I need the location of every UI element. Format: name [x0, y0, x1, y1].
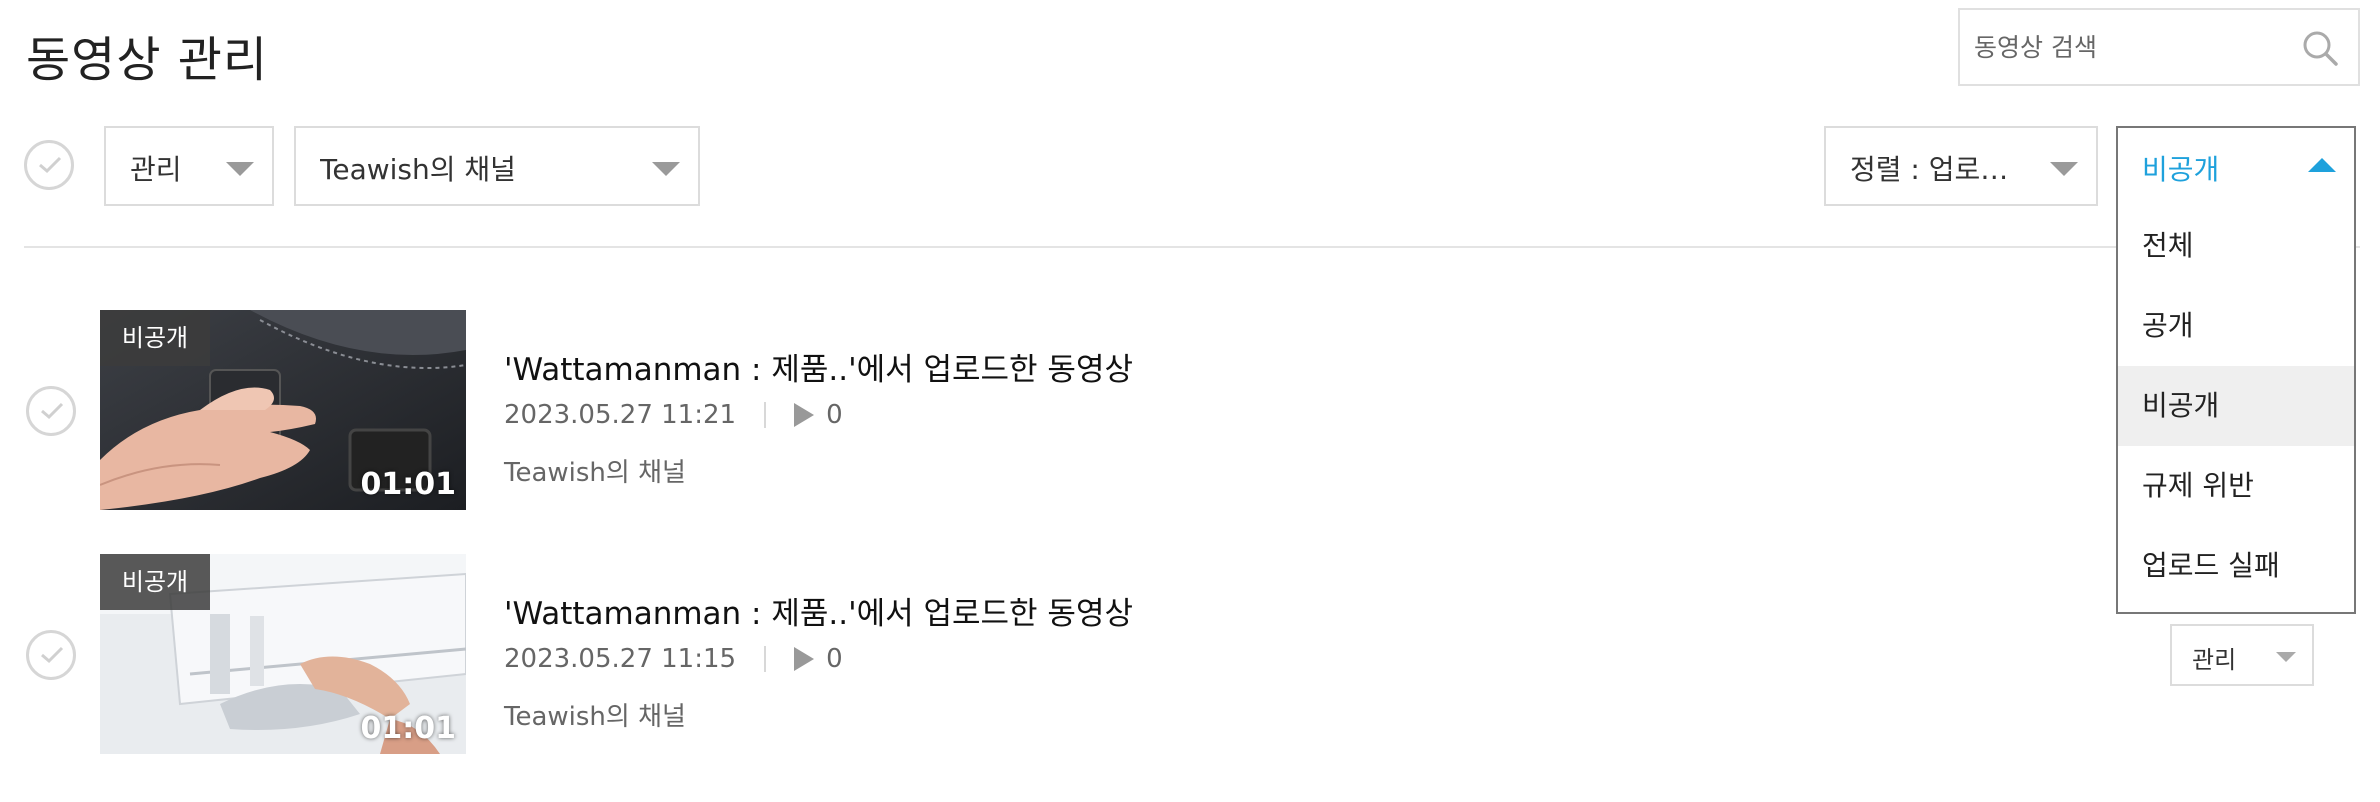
video-view-count: 0	[826, 400, 843, 430]
video-channel-name: Teawish의 채널	[504, 702, 686, 732]
visibility-dropdown[interactable]: 비공개	[2116, 126, 2356, 206]
video-duration: 01:01	[360, 711, 457, 746]
video-meta: 2023.05.27 11:15 0	[504, 644, 843, 674]
chevron-down-icon	[226, 162, 254, 176]
check-icon	[39, 156, 62, 174]
manage-dropdown[interactable]: 관리	[104, 126, 274, 206]
video-upload-date: 2023.05.27 11:21	[504, 400, 737, 430]
visibility-option-violation[interactable]: 규제 위반	[2118, 446, 2354, 526]
chevron-down-icon	[2276, 652, 2296, 662]
video-meta: 2023.05.27 11:21 0	[504, 400, 843, 430]
video-title[interactable]: 'Wattamanman : 제품..'에서 업로드한 동영상	[504, 588, 1133, 633]
video-title[interactable]: 'Wattamanman : 제품..'에서 업로드한 동영상	[504, 344, 1133, 389]
manage-dropdown-label: 관리	[130, 153, 182, 186]
check-icon	[41, 402, 64, 420]
sort-dropdown-label: 정렬 : 업로…	[1850, 153, 2009, 186]
video-thumbnail[interactable]: 비공개 01:01	[100, 554, 466, 754]
visibility-badge: 비공개	[100, 554, 210, 610]
page-title: 동영상 관리	[26, 32, 269, 88]
video-manage-label: 관리	[2192, 646, 2237, 674]
visibility-dropdown-label: 비공개	[2142, 153, 2220, 186]
video-upload-date: 2023.05.27 11:15	[504, 644, 737, 674]
check-icon	[41, 646, 64, 664]
play-count-icon	[794, 403, 815, 427]
video-list-item: 비공개 01:01 'Wattamanman : 제품..'에서 업로드한 동영…	[0, 310, 2380, 510]
video-manage-dropdown[interactable]: 관리	[2170, 624, 2314, 686]
chevron-down-icon	[652, 162, 680, 176]
sort-dropdown[interactable]: 정렬 : 업로…	[1824, 126, 2098, 206]
video-list-item: 비공개 01:01 'Wattamanman : 제품..'에서 업로드한 동영…	[0, 554, 2380, 754]
video-thumbnail[interactable]: 비공개 01:01	[100, 310, 466, 510]
select-all-checkbox[interactable]	[24, 140, 74, 190]
video-search-input[interactable]	[1974, 10, 2294, 84]
visibility-options-menu: 전체 공개 비공개 규제 위반 업로드 실패	[2116, 206, 2356, 614]
visibility-option-upload-failed[interactable]: 업로드 실패	[2118, 526, 2354, 606]
video-channel-name: Teawish의 채널	[504, 458, 686, 488]
video-select-checkbox[interactable]	[26, 630, 76, 680]
channel-dropdown-label: Teawish의 채널	[320, 153, 516, 186]
visibility-option-all[interactable]: 전체	[2118, 206, 2354, 286]
video-select-checkbox[interactable]	[26, 386, 76, 436]
chevron-up-icon	[2308, 158, 2336, 172]
channel-dropdown[interactable]: Teawish의 채널	[294, 126, 700, 206]
meta-separator	[764, 646, 767, 672]
video-view-count: 0	[826, 644, 843, 674]
meta-separator	[764, 402, 767, 428]
toolbar-divider	[24, 246, 2360, 248]
search-icon[interactable]	[2300, 28, 2340, 68]
chevron-down-icon	[2050, 162, 2078, 176]
play-count-icon	[794, 647, 815, 671]
visibility-badge: 비공개	[100, 310, 210, 366]
visibility-option-private[interactable]: 비공개	[2118, 366, 2354, 446]
video-duration: 01:01	[360, 467, 457, 502]
video-search-box[interactable]	[1958, 8, 2360, 86]
visibility-option-public[interactable]: 공개	[2118, 286, 2354, 366]
